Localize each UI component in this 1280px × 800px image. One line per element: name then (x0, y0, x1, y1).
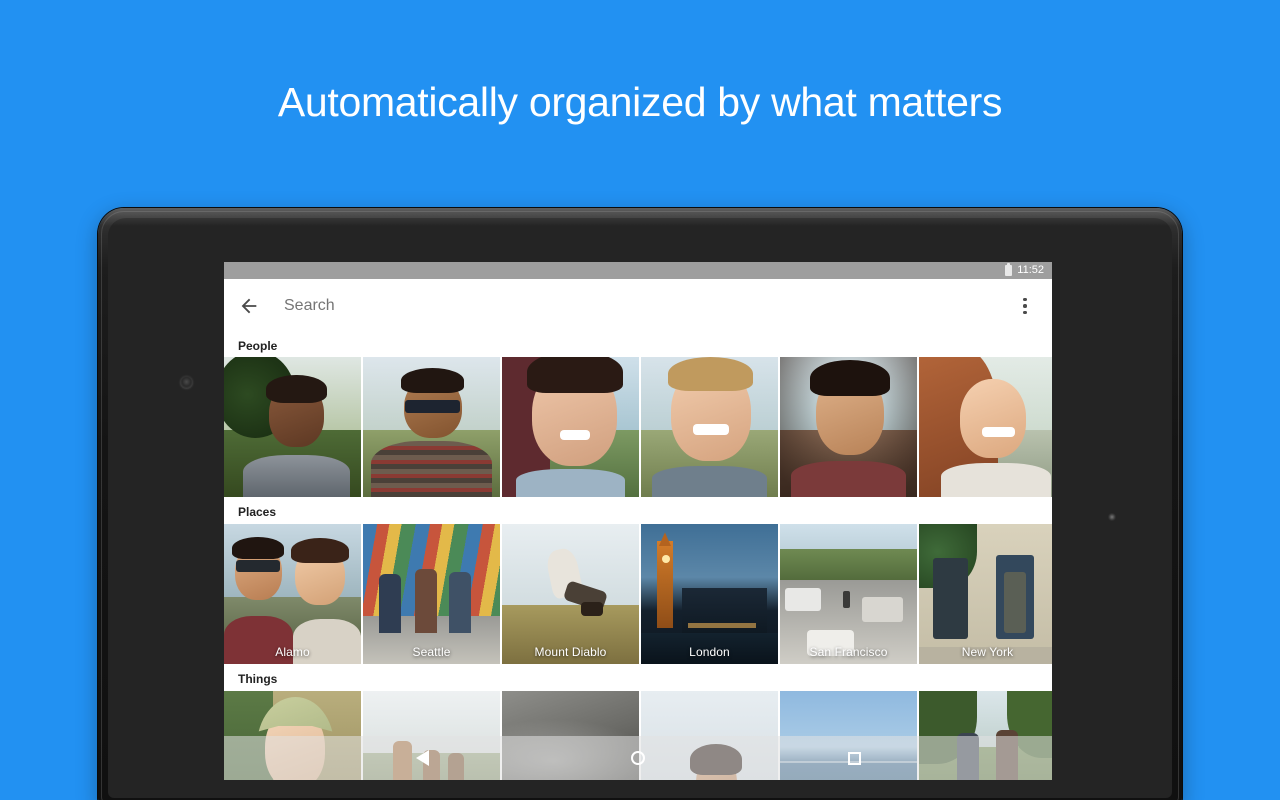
status-bar-right: 11:52 (1005, 265, 1044, 276)
photo-tile[interactable]: San Francisco (780, 524, 917, 664)
page-title: Automatically organized by what matters (0, 74, 1280, 130)
sensor-dot-icon (1108, 513, 1116, 521)
overflow-menu-icon[interactable] (1012, 293, 1038, 319)
android-navigation-bar (224, 736, 1052, 780)
camera-icon (180, 376, 193, 389)
promo-screenshot: Automatically organized by what matters … (0, 0, 1280, 800)
photo-tile[interactable]: London (641, 524, 778, 664)
battery-icon (1005, 265, 1012, 276)
tile-label: Seattle (363, 645, 500, 659)
nav-recents-icon[interactable] (837, 741, 871, 775)
photo-tile[interactable] (780, 357, 917, 497)
tile-label: San Francisco (780, 645, 917, 659)
nav-home-icon[interactable] (621, 741, 655, 775)
search-input[interactable] (284, 297, 1012, 315)
section-header-things: Things (224, 664, 1052, 691)
status-bar: 11:52 (224, 262, 1052, 279)
tile-label: Alamo (224, 645, 361, 659)
section-header-people: People (224, 335, 1052, 357)
photo-tile[interactable]: Seattle (363, 524, 500, 664)
photo-tile[interactable] (641, 357, 778, 497)
photo-tile[interactable]: Alamo (224, 524, 361, 664)
photo-tile[interactable] (502, 357, 639, 497)
app-toolbar (224, 279, 1052, 333)
status-bar-clock: 11:52 (1017, 265, 1044, 276)
tile-label: New York (919, 645, 1052, 659)
photo-tile[interactable] (224, 357, 361, 497)
photo-tile[interactable]: Mount Diablo (502, 524, 639, 664)
back-arrow-icon[interactable] (236, 293, 262, 319)
tile-label: London (641, 645, 778, 659)
section-header-places: Places (224, 497, 1052, 524)
photo-tile[interactable] (363, 357, 500, 497)
tablet-screen: 11:52 People (224, 262, 1052, 780)
photo-tile[interactable]: New York (919, 524, 1052, 664)
people-row (224, 357, 1052, 497)
photo-tile[interactable] (919, 357, 1052, 497)
tile-label: Mount Diablo (502, 645, 639, 659)
nav-back-icon[interactable] (405, 741, 439, 775)
places-row: Alamo Seattle (224, 524, 1052, 664)
